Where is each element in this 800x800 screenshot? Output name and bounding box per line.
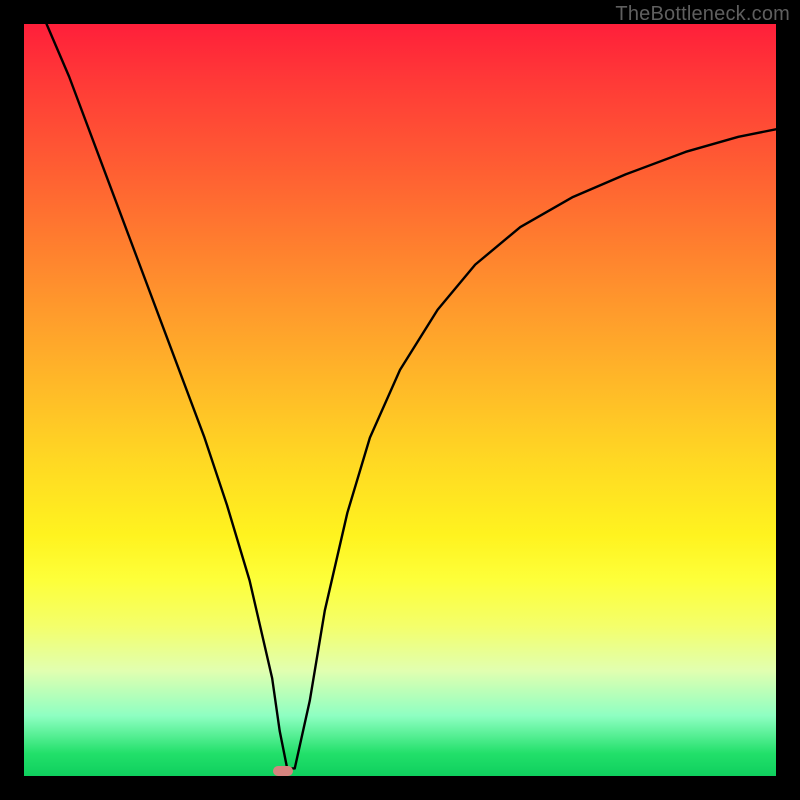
plot-area bbox=[24, 24, 776, 776]
watermark-text: TheBottleneck.com bbox=[615, 3, 790, 26]
chart-frame: TheBottleneck.com bbox=[0, 0, 800, 800]
minimum-marker bbox=[273, 766, 293, 776]
bottleneck-curve bbox=[24, 24, 776, 776]
